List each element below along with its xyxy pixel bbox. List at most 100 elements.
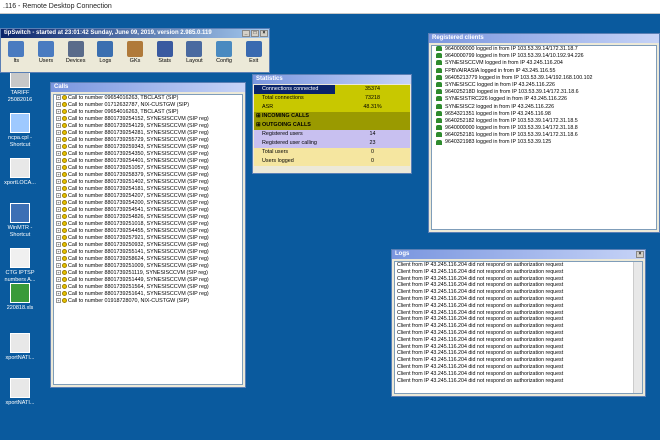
toolbar-gks-button[interactable]: GKs	[122, 40, 149, 66]
log-row[interactable]: Client from IP 43.245.116.204 did not re…	[395, 289, 642, 296]
expand-icon[interactable]: +	[56, 256, 61, 262]
logs-scrollbar[interactable]	[633, 262, 642, 393]
desktop-icon[interactable]: xportLOCA...	[0, 158, 40, 187]
client-row[interactable]: 9640321983 logged in from IP 103.53.39.1…	[432, 139, 656, 146]
call-row[interactable]: + Call to number 8801739258624, SYNESISCC…	[54, 256, 242, 263]
expand-icon[interactable]: +	[56, 186, 61, 192]
expand-icon[interactable]: +	[56, 130, 61, 136]
desktop-icon[interactable]: xportNATI...	[0, 333, 40, 362]
registered-clients-list[interactable]: 9640000000 logged in from IP 103.53.39.1…	[431, 45, 657, 230]
log-row[interactable]: Client from IP 43.245.116.204 did not re…	[395, 282, 642, 289]
expand-icon[interactable]: +	[56, 151, 61, 157]
expand-icon[interactable]: +	[56, 249, 61, 255]
desktop-icon[interactable]: TARIFF 25082016	[0, 68, 40, 104]
desktop-icon[interactable]: ncpa.cpl - Shortcut	[0, 113, 40, 149]
expand-icon[interactable]: +	[56, 158, 61, 164]
expand-icon[interactable]: +	[56, 102, 61, 108]
call-row[interactable]: + Call to number 8801739254541, SYNESISCC…	[54, 207, 242, 214]
log-row[interactable]: Client from IP 43.245.116.204 did not re…	[395, 378, 642, 385]
logs-titlebar[interactable]: Logs ×	[392, 250, 645, 259]
log-row[interactable]: Client from IP 43.245.116.204 did not re…	[395, 357, 642, 364]
calls-list[interactable]: + Call to number 09654016263, TBCLAST (SI…	[53, 94, 243, 385]
call-row[interactable]: + Call to number 8801739250932, SYNESISCC…	[54, 242, 242, 249]
log-row[interactable]: Client from IP 43.245.116.204 did not re…	[395, 316, 642, 323]
client-row[interactable]: SYNESISTRC226 logged in from IP 43.245.1…	[432, 96, 656, 103]
call-row[interactable]: + Call to number 8801739251057, SYNESISCC…	[54, 165, 242, 172]
toolbar-config-button[interactable]: Config	[211, 40, 238, 66]
client-row[interactable]: FPBVAIRASIA logged in from IP 43.245.116…	[432, 68, 656, 75]
call-row[interactable]: + Call to number 8801739254455, SYNESISCC…	[54, 228, 242, 235]
expand-icon[interactable]: +	[56, 123, 61, 129]
call-row[interactable]: + Call to number 8801739251449, SYNESISCC…	[54, 277, 242, 284]
call-row[interactable]: + Call to number 8801739251564, SYNESISCC…	[54, 284, 242, 291]
toolbar-exit-button[interactable]: Exit	[240, 40, 267, 66]
call-row[interactable]: + Call to number 8801739254181, SYNESISCC…	[54, 186, 242, 193]
expand-icon[interactable]: +	[56, 284, 61, 290]
client-row[interactable]: 9640000799 logged in from IP 103.53.39.1…	[432, 53, 656, 60]
log-row[interactable]: Client from IP 43.245.116.204 did not re…	[395, 371, 642, 378]
expand-icon[interactable]: +	[56, 165, 61, 171]
expand-icon[interactable]: +	[56, 137, 61, 143]
call-row[interactable]: + Call to number 01918728070, NIX-CUSTGW …	[54, 298, 242, 305]
log-row[interactable]: Client from IP 43.245.116.204 did not re…	[395, 330, 642, 337]
close-button[interactable]: ×	[260, 30, 268, 37]
expand-icon[interactable]: +	[56, 193, 61, 199]
call-row[interactable]: + Call to number 8801739254200, SYNESISCC…	[54, 200, 242, 207]
toolbar-users-button[interactable]: Users	[33, 40, 60, 66]
toolbar-layout-button[interactable]: Layout	[181, 40, 208, 66]
logs-close-button[interactable]: ×	[636, 251, 644, 258]
statistics-titlebar[interactable]: Statistics	[253, 75, 411, 84]
minimize-button[interactable]: _	[242, 30, 250, 37]
call-row[interactable]: + Call to number 8801739259343, SYNESISCC…	[54, 144, 242, 151]
log-row[interactable]: Client from IP 43.245.116.204 did not re…	[395, 296, 642, 303]
expand-icon[interactable]: +	[56, 235, 61, 241]
expand-icon[interactable]: +	[56, 277, 61, 283]
log-row[interactable]: Client from IP 43.245.116.204 did not re…	[395, 337, 642, 344]
expand-icon[interactable]: +	[56, 207, 61, 213]
expand-icon[interactable]: +	[56, 200, 61, 206]
calls-titlebar[interactable]: Calls	[51, 83, 245, 92]
call-row[interactable]: + Call to number 8801739255729, SYNESISCC…	[54, 137, 242, 144]
desktop-icon[interactable]: xportNATI...	[0, 378, 40, 407]
toolbar-stats-button[interactable]: Stats	[151, 40, 178, 66]
client-row[interactable]: 9640252181 logged in from IP 103.53.39.1…	[432, 132, 656, 139]
client-row[interactable]: 9640252182 logged in from IP 103.53.39.1…	[432, 118, 656, 125]
expand-icon[interactable]: +	[56, 144, 61, 150]
log-row[interactable]: Client from IP 43.245.116.204 did not re…	[395, 310, 642, 317]
expand-icon[interactable]: +	[56, 179, 61, 185]
expand-icon[interactable]: +	[56, 242, 61, 248]
expand-icon[interactable]: +	[56, 228, 61, 234]
registered-clients-titlebar[interactable]: Registered clients	[429, 34, 659, 43]
desktop-icon[interactable]: WinMTR - Shortcut	[0, 203, 40, 239]
main-window-titlebar[interactable]: tipSwitch - started at 23:01:42 Sunday, …	[1, 29, 269, 38]
call-row[interactable]: + Call to number 8801739254129, SYNESISCC…	[54, 123, 242, 130]
call-row[interactable]: + Call to number 8801739258379, SYNESISCC…	[54, 172, 242, 179]
expand-icon[interactable]: +	[56, 263, 61, 269]
call-row[interactable]: + Call to number 8801739254281, SYNESISCC…	[54, 130, 242, 137]
call-row[interactable]: + Call to number 09654016263, TBCLAST (SI…	[54, 109, 242, 116]
maximize-button[interactable]: □	[251, 30, 259, 37]
expand-icon[interactable]: +	[56, 109, 61, 115]
call-row[interactable]: + Call to number 8801739254826, SYNESISCC…	[54, 214, 242, 221]
call-row[interactable]: + Call to number 8801739254401, SYNESISCC…	[54, 158, 242, 165]
expand-icon[interactable]: +	[56, 291, 61, 297]
log-row[interactable]: Client from IP 43.245.116.204 did not re…	[395, 323, 642, 330]
log-row[interactable]: Client from IP 43.245.116.204 did not re…	[395, 276, 642, 283]
expand-icon[interactable]: +	[56, 270, 61, 276]
call-row[interactable]: + Call to number 8801739251119, SYNESISCC…	[54, 270, 242, 277]
call-row[interactable]: + Call to number 8801739254207, SYNESISCC…	[54, 193, 242, 200]
logs-list[interactable]: Client from IP 43.245.116.204 did not re…	[394, 261, 643, 394]
log-row[interactable]: Client from IP 43.245.116.204 did not re…	[395, 364, 642, 371]
client-row[interactable]: 9640000000 logged in from IP 103.53.39.1…	[432, 46, 656, 53]
client-row[interactable]: 9654321351 logged in from IP 43.245.116.…	[432, 111, 656, 118]
call-row[interactable]: + Call to number 8801739254152, SYNESISCC…	[54, 116, 242, 123]
call-row[interactable]: + Call to number 01712632787, NIX-CUSTGW …	[54, 102, 242, 109]
call-row[interactable]: + Call to number 8801739251402, SYNESISCC…	[54, 179, 242, 186]
client-row[interactable]: 964025218D logged in from IP 103.53.39.1…	[432, 89, 656, 96]
log-row[interactable]: Client from IP 43.245.116.204 did not re…	[395, 350, 642, 357]
call-row[interactable]: + Call to number 8801739251641, SYNESISCC…	[54, 291, 242, 298]
desktop-icon[interactable]: 220818.xls	[0, 283, 40, 312]
call-row[interactable]: + Call to number 09654016263, TBCLAST (SI…	[54, 95, 242, 102]
log-row[interactable]: Client from IP 43.245.116.204 did not re…	[395, 303, 642, 310]
client-row[interactable]: 96405213779 logged in from IP 103.53.39.…	[432, 75, 656, 82]
